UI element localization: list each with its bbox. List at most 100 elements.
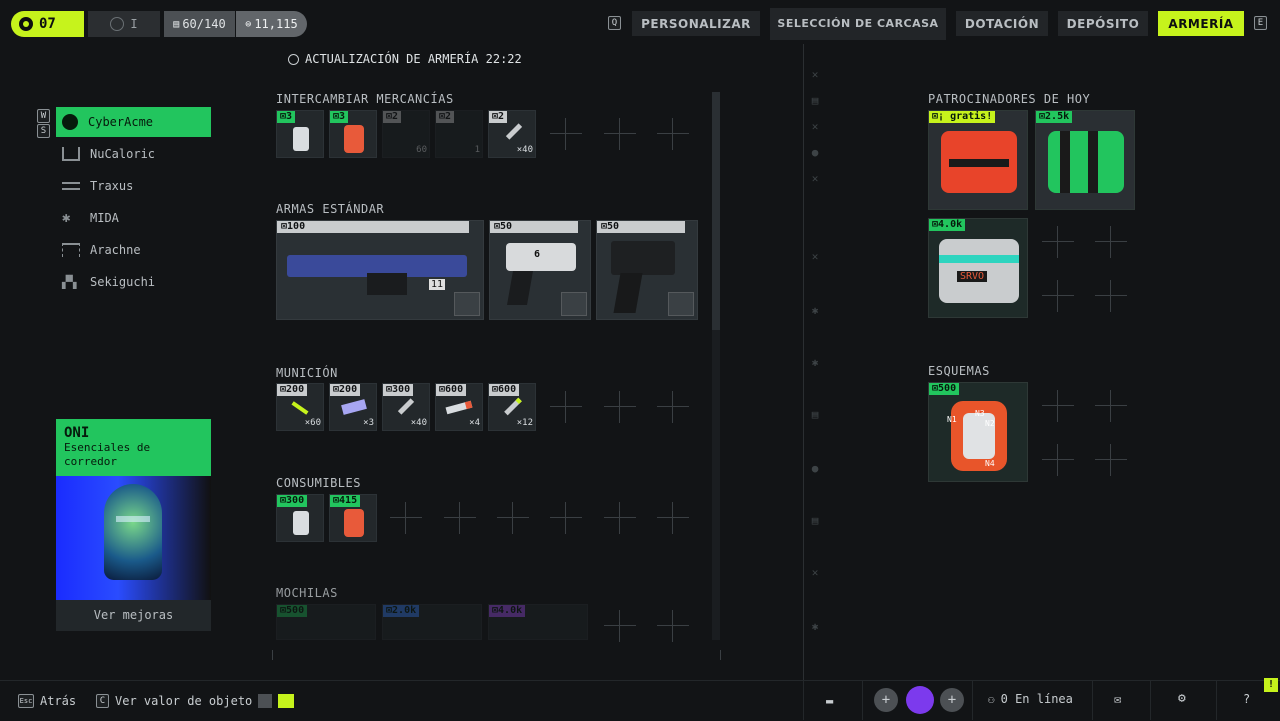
key-up: W <box>37 109 50 123</box>
ammo-slot[interactable]: ⊠600 ×4 <box>435 383 483 431</box>
top-bar: 07 I ▤ 60/140 ⊜ 11,115 Q PERSONALIZAR SE… <box>0 0 1280 48</box>
consumable-slot[interactable]: ⊠300 <box>276 494 324 542</box>
empty-slot-plus <box>1038 222 1078 262</box>
scheme-tag: N3 <box>975 409 985 418</box>
people-icon: ⚇ <box>988 692 995 706</box>
promo-card[interactable]: ONI Esenciales de corredor Ver mejoras <box>56 419 211 631</box>
empty-slot-plus <box>1091 440 1131 480</box>
faction-arachne[interactable]: Arachne <box>56 235 211 265</box>
trade-slot[interactable]: ⊠3 <box>329 110 377 158</box>
mail-icon[interactable]: ✉ <box>1114 692 1121 706</box>
ammo-price: ⊠200 <box>277 384 308 396</box>
tab-seleccion-carcasa[interactable]: SELECCIÓN DE CARCASA <box>770 8 946 40</box>
section-title-consumables: CONSUMIBLES <box>276 476 361 490</box>
frame-mark <box>720 650 721 660</box>
empty-slot-plus <box>600 606 640 646</box>
list-scrollbar-thumb[interactable] <box>712 92 720 330</box>
faction-mida[interactable]: ✱ MIDA <box>56 203 211 233</box>
faction-sekiguchi[interactable]: ▞▚ Sekiguchi <box>56 267 211 297</box>
ammo-type-icon <box>668 292 694 316</box>
faction-nucaloric[interactable]: NuCaloric <box>56 139 211 169</box>
faction-label: Sekiguchi <box>90 275 156 289</box>
ammo-slot[interactable]: ⊠300 ×40 <box>382 383 430 431</box>
mida-icon: ✱ <box>62 210 71 226</box>
scheme-tag: N2 <box>985 419 995 428</box>
deco-grid-icon: ▤ <box>811 514 819 527</box>
ammo-price: ⊠200 <box>330 384 361 396</box>
help-icon[interactable]: ? <box>1243 692 1250 706</box>
deco-x-icon: ✕ <box>811 566 819 579</box>
ammo-price: ⊠300 <box>383 384 414 396</box>
empty-slot-plus <box>386 498 426 538</box>
trade-slot[interactable]: ⊠3 <box>276 110 324 158</box>
alert-badge[interactable]: ! <box>1264 678 1278 692</box>
deco-x-icon: ✕ <box>811 172 819 185</box>
promo-subtitle: Esenciales de corredor <box>64 441 151 468</box>
back-button[interactable]: Esc Atrás <box>18 681 76 721</box>
ammo-type-icon <box>561 292 587 316</box>
trade-price: ⊠2 <box>436 111 455 123</box>
tab-armeria[interactable]: ARMERÍA <box>1158 11 1244 36</box>
weapon-tag: 11 <box>429 279 446 290</box>
c-key: C <box>96 694 109 708</box>
promo-button[interactable]: Ver mejoras <box>56 600 211 631</box>
credits-value: 11,115 <box>254 17 298 31</box>
weapon-card[interactable]: ⊠50 6 <box>489 220 591 320</box>
ammo-slot[interactable]: ⊠200 ×60 <box>276 383 324 431</box>
scheme-card[interactable]: ⊠500 N1 N2 N3 N4 <box>928 382 1028 482</box>
weapon-tag: 6 <box>534 249 541 260</box>
bar-separator <box>803 680 804 720</box>
add-squad-left-button[interactable]: + <box>874 688 898 712</box>
armory-update-label: ACTUALIZACIÓN DE ARMERÍA 22:22 <box>305 52 522 66</box>
section-title-schemes: ESQUEMAS <box>928 364 990 378</box>
faction-traxus[interactable]: Traxus <box>56 171 211 201</box>
settings-gear-icon[interactable]: ⚙ <box>1178 691 1186 706</box>
deco-gear-icon: ✱ <box>811 356 819 369</box>
sponsor-kit[interactable]: ⊠2.5k <box>1035 110 1135 210</box>
cyberacme-icon <box>62 114 78 130</box>
sponsor-tag: SRVO <box>957 271 988 282</box>
sponsor-kit[interactable]: ⊠4.0k SRVO <box>928 218 1028 318</box>
consumable-slot[interactable]: ⊠415 <box>329 494 377 542</box>
runner-icon <box>19 17 33 31</box>
ammo-slot[interactable]: ⊠600 ×12 <box>488 383 536 431</box>
bar-separator <box>862 680 863 720</box>
empty-slot-plus <box>440 498 480 538</box>
vault-capacity-value: 60/140 <box>182 17 226 31</box>
vault-mini-icon <box>258 694 273 708</box>
empty-slot-plus <box>546 114 586 154</box>
weapon-card[interactable]: ⊠50 <box>596 220 698 320</box>
item-value-label: Ver valor de objeto <box>115 694 253 708</box>
list-scrollbar-track[interactable] <box>712 330 720 640</box>
trade-slot[interactable]: ⊠2 60 <box>382 110 430 158</box>
consumable-price: ⊠415 <box>330 495 361 507</box>
ammo-qty: ×3 <box>363 418 374 428</box>
online-status[interactable]: ⚇ 0 En línea <box>988 692 1073 706</box>
ammo-qty: ×40 <box>410 418 427 428</box>
trade-qty: 1 <box>474 145 480 155</box>
ammo-qty: ×4 <box>469 418 480 428</box>
chat-icon[interactable]: ▬ <box>826 694 833 708</box>
frame-mark <box>272 650 273 660</box>
tab-dotacion[interactable]: DOTACIÓN <box>956 11 1048 36</box>
weapon-card[interactable]: ⊠100 11 <box>276 220 484 320</box>
add-squad-right-button[interactable]: + <box>940 688 964 712</box>
bar-separator <box>1216 680 1217 720</box>
promo-title: ONI <box>64 425 90 441</box>
tab-personalizar[interactable]: PERSONALIZAR <box>632 11 760 36</box>
item-value-toggle[interactable]: C Ver valor de objeto <box>96 681 295 721</box>
player-avatar[interactable] <box>906 686 934 714</box>
trade-slot[interactable]: ⊠2 ×40 <box>488 110 536 158</box>
ammo-slot[interactable]: ⊠200 ×3 <box>329 383 377 431</box>
sponsor-kit[interactable]: ⊠¡ gratis! <box>928 110 1028 210</box>
trade-price: ⊠3 <box>330 111 349 123</box>
backpack-slot[interactable]: ⊠500 <box>276 604 376 640</box>
section-title-weapons: ARMAS ESTÁNDAR <box>276 202 385 216</box>
faction-cyberacme[interactable]: CyberAcme <box>56 107 211 137</box>
backpack-slot[interactable]: ⊠4.0k <box>488 604 588 640</box>
deco-grid-icon: ▤ <box>811 408 819 421</box>
sekiguchi-icon: ▞▚ <box>62 275 77 289</box>
backpack-slot[interactable]: ⊠2.0k <box>382 604 482 640</box>
trade-slot[interactable]: ⊠2 1 <box>435 110 483 158</box>
tab-deposito[interactable]: DEPÓSITO <box>1058 11 1148 36</box>
